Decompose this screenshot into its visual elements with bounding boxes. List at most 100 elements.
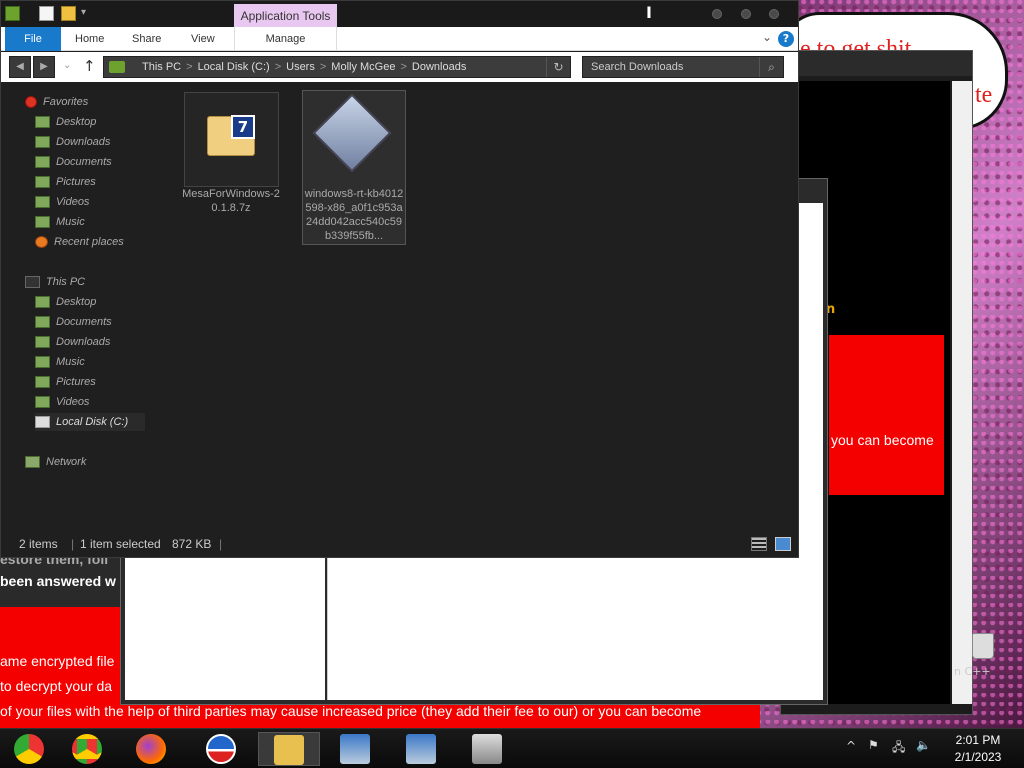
bubble-text-2: te <box>975 82 993 108</box>
nav-pc-desktop[interactable]: Desktop <box>35 293 96 311</box>
search-icon[interactable]: ⌕ <box>759 57 783 77</box>
computer-icon <box>25 276 40 289</box>
details-view-icon[interactable] <box>751 537 767 551</box>
breadcrumb-downloads[interactable]: Downloads <box>412 61 466 73</box>
expand-ribbon-icon[interactable]: ⌄ <box>762 30 772 44</box>
nav-pc-documents[interactable]: Documents <box>35 313 112 331</box>
breadcrumb-separator[interactable]: > <box>275 61 281 73</box>
recent-locations-icon[interactable]: ⌄ <box>63 60 71 71</box>
taskbar-app-obama[interactable] <box>192 732 250 766</box>
tab-share[interactable]: Share <box>132 27 161 51</box>
status-size: 872 KB <box>172 537 212 551</box>
breadcrumb-separator[interactable]: > <box>186 61 192 73</box>
action-center-flag-icon[interactable]: ⚑ <box>868 738 879 752</box>
refresh-icon[interactable]: ↻ <box>546 57 570 77</box>
taskbar-app-firefox[interactable] <box>122 732 180 766</box>
pictures-icon <box>35 176 50 189</box>
new-folder-icon[interactable] <box>61 6 76 21</box>
nav-label: Documents <box>56 316 112 328</box>
file-explorer-window[interactable]: ▾ Application Tools I File Home Share Vi… <box>0 0 799 558</box>
nav-pc-videos[interactable]: Videos <box>35 393 89 411</box>
nav-label: Downloads <box>56 336 111 348</box>
nav-favorites[interactable]: Favorites <box>25 93 88 111</box>
breadcrumb-local-disk[interactable]: Local Disk (C:) <box>198 61 270 73</box>
breadcrumb-user[interactable]: Molly McGee <box>331 61 395 73</box>
network-icon[interactable]: 🖧 <box>892 738 905 759</box>
minimize-button[interactable] <box>712 9 722 19</box>
tab-file[interactable]: File <box>5 27 61 51</box>
breadcrumb-separator[interactable]: > <box>400 61 406 73</box>
page-line: to decrypt your da <box>0 678 113 694</box>
nav-local-disk[interactable]: Local Disk (C:) <box>35 413 145 431</box>
nav-recent-places[interactable]: Recent places <box>35 233 124 251</box>
nav-label: Videos <box>56 196 90 208</box>
desktop-icon <box>35 116 50 129</box>
nav-favorites-music[interactable]: Music <box>35 213 85 231</box>
window-titlebar[interactable] <box>781 51 972 76</box>
nav-favorites-videos[interactable]: Videos <box>35 193 89 211</box>
network-icon <box>25 456 40 469</box>
setup-icon <box>340 734 370 764</box>
firefox-icon <box>136 734 166 764</box>
nav-label: Videos <box>56 396 90 408</box>
nav-this-pc[interactable]: This PC <box>25 273 85 291</box>
tab-manage[interactable]: Manage <box>234 27 337 51</box>
nav-label: Documents <box>56 156 112 168</box>
large-icons-view-icon[interactable] <box>775 537 791 551</box>
taskbar-app-setup[interactable] <box>326 732 384 766</box>
nav-label: Desktop <box>56 116 97 128</box>
breadcrumb-this-pc[interactable]: This PC <box>142 61 181 73</box>
nav-pc-music[interactable]: Music <box>35 353 85 371</box>
maximize-button[interactable] <box>741 9 751 19</box>
file-name: MesaForWindows-20.1.8.7z <box>182 188 280 214</box>
show-hidden-icons-icon[interactable]: ^ <box>846 739 856 753</box>
status-divider: | <box>219 537 223 551</box>
breadcrumb: This PC > Local Disk (C:) > Users > Molly McGe… <box>142 57 466 77</box>
volume-icon[interactable]: 🔈 <box>916 738 931 752</box>
nav-favorites-documents[interactable]: Documents <box>35 153 112 171</box>
breadcrumb-users[interactable]: Users <box>286 61 315 73</box>
up-button[interactable]: ↑ <box>83 57 96 75</box>
explorer-app-icon[interactable] <box>5 6 20 21</box>
close-button[interactable] <box>769 9 779 19</box>
page-line: been answered w <box>0 573 116 589</box>
clock-time[interactable]: 2:01 PM <box>948 733 1008 747</box>
nav-favorites-pictures[interactable]: Pictures <box>35 173 96 191</box>
taskbar-app-setup-2[interactable] <box>392 732 450 766</box>
contextual-tab-application-tools: Application Tools <box>234 4 337 28</box>
clock-date[interactable]: 2/1/2023 <box>948 750 1008 764</box>
search-input[interactable]: Search Downloads ⌕ <box>582 56 784 78</box>
recent-places-icon <box>35 236 48 249</box>
forward-button[interactable]: ▶ <box>33 56 55 78</box>
address-bar[interactable]: This PC > Local Disk (C:) > Users > Molly McGe… <box>103 56 571 78</box>
downloads-icon <box>35 336 50 349</box>
desktop-icon-label[interactable]: n C++ <box>954 665 991 678</box>
taskbar-app-file-explorer[interactable] <box>258 732 320 766</box>
nav-pc-pictures[interactable]: Pictures <box>35 373 96 391</box>
taskbar-app-chrome-old[interactable] <box>0 732 58 766</box>
page-line: of your files with the help of third par… <box>0 703 702 719</box>
videos-icon <box>35 196 50 209</box>
nav-label: This PC <box>46 276 86 288</box>
nav-favorites-desktop[interactable]: Desktop <box>35 113 96 131</box>
taskbar: ^ ⚑ 🖧 🔈 2:01 PM 2/1/2023 <box>0 728 1024 768</box>
help-icon[interactable]: ? <box>778 31 794 47</box>
scrollbar[interactable] <box>952 81 972 704</box>
taskbar-app-chrome[interactable] <box>58 732 116 766</box>
taskbar-app-archive[interactable] <box>458 732 516 766</box>
search-placeholder: Search Downloads <box>591 61 684 73</box>
breadcrumb-separator[interactable]: > <box>320 61 326 73</box>
nav-pc-downloads[interactable]: Downloads <box>35 333 110 351</box>
heart-icon <box>25 96 37 109</box>
nav-favorites-downloads[interactable]: Downloads <box>35 133 110 151</box>
properties-icon[interactable] <box>39 6 54 21</box>
nav-network[interactable]: Network <box>25 453 86 471</box>
back-button[interactable]: ◀ <box>9 56 31 78</box>
title-bar[interactable]: ▾ Application Tools I <box>1 1 798 28</box>
tab-home[interactable]: Home <box>75 27 104 51</box>
desktop-icon <box>35 296 50 309</box>
navigation-bar: ◀ ▶ ⌄ ↑ This PC > Local Disk (C:) > Users > Mo… <box>1 52 798 82</box>
chevron-down-icon[interactable]: ▾ <box>81 7 86 18</box>
tab-view[interactable]: View <box>191 27 215 51</box>
recycle-bin-icon[interactable] <box>972 633 994 659</box>
